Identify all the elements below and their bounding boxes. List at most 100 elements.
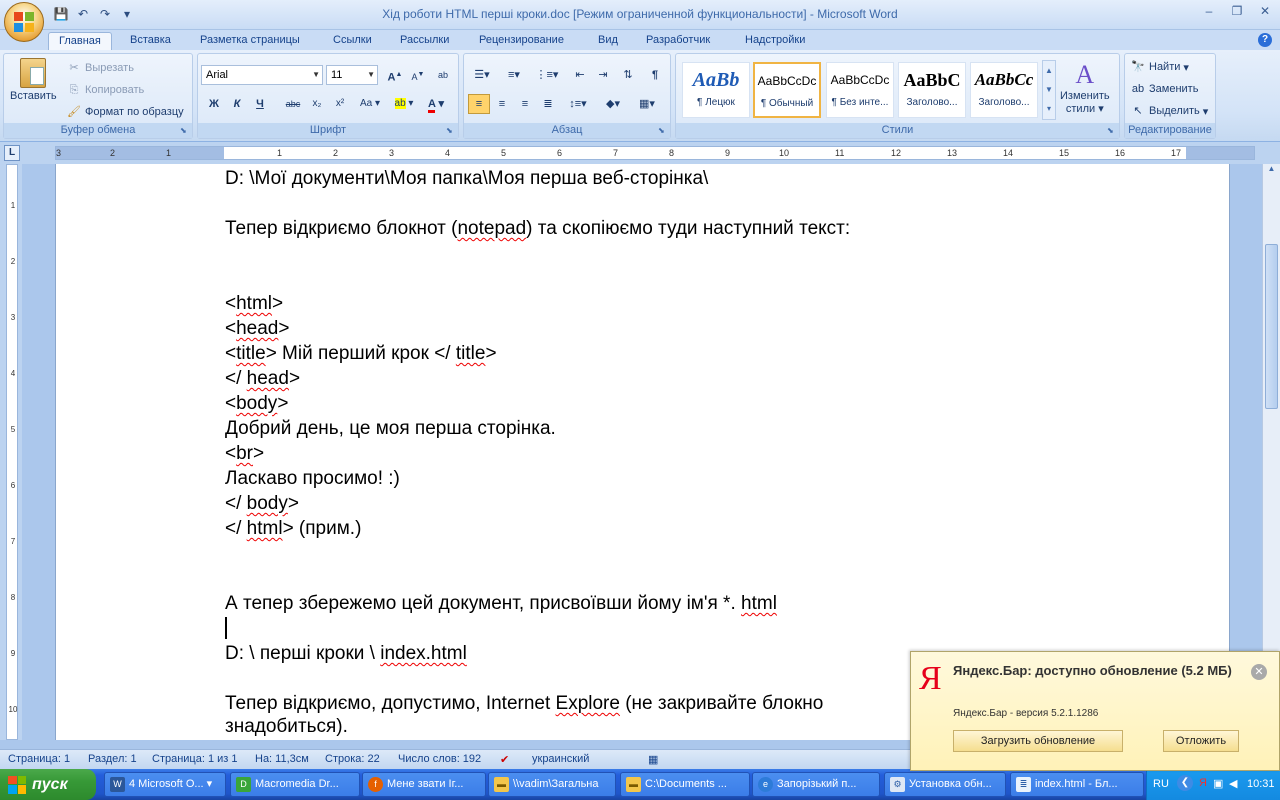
start-button[interactable]: пуск xyxy=(0,769,96,800)
style-item[interactable]: AaBbCc Заголово... xyxy=(970,62,1038,118)
style-item[interactable]: AaBbCcDc ¶ Без инте... xyxy=(826,62,894,118)
vertical-ruler-scale[interactable]: 1 2 3 4 5 6 7 8 9 10 xyxy=(6,164,18,740)
bold-button[interactable]: Ж xyxy=(203,94,225,114)
office-button[interactable] xyxy=(4,2,44,42)
bullets-button[interactable]: ☰▾ xyxy=(468,65,496,85)
clipboard-launcher-icon[interactable]: ⬊ xyxy=(180,126,190,136)
show-formatting-button[interactable]: ¶ xyxy=(644,65,666,85)
change-case-button[interactable]: Aa ▾ xyxy=(355,94,385,114)
taskbar-item[interactable]: f Мене звати Іг... xyxy=(362,772,486,797)
download-update-button[interactable]: Загрузить обновление xyxy=(953,730,1123,752)
taskbar-item[interactable]: ▬ \\vadim\Загальна xyxy=(488,772,616,797)
font-launcher-icon[interactable]: ⬊ xyxy=(446,126,456,136)
doc-line: знадобиться). xyxy=(225,716,348,737)
tab-references[interactable]: Ссылки xyxy=(333,32,372,50)
superscript-button[interactable]: x² xyxy=(329,94,351,114)
select-button[interactable]: ↖ Выделить ▾ xyxy=(1130,103,1208,119)
borders-button[interactable]: ▦▾ xyxy=(632,94,662,114)
ribbon-tabs: Главная Вставка Разметка страницы Ссылки… xyxy=(0,30,1280,50)
scroll-up-icon[interactable]: ▲ xyxy=(1265,164,1278,178)
style-item[interactable]: AaBbC Заголово... xyxy=(898,62,966,118)
clear-format-button[interactable]: ab xyxy=(432,65,454,85)
taskbar-item[interactable]: ≣ index.html - Бл... xyxy=(1010,772,1144,797)
font-color-button[interactable]: A ▾ xyxy=(422,94,450,114)
change-styles-label-2: стили ▾ xyxy=(1065,103,1104,115)
cut-button[interactable]: ✂ Вырезать xyxy=(66,60,134,76)
find-button[interactable]: 🔭 Найти ▾ xyxy=(1130,59,1189,75)
status-page[interactable]: Страница: 1 xyxy=(8,753,70,765)
status-language[interactable]: украинский xyxy=(532,753,589,765)
font-name-field[interactable]: Arial ▼ xyxy=(201,65,323,85)
tab-home[interactable]: Главная xyxy=(48,32,112,50)
subscript-button[interactable]: x₂ xyxy=(306,94,328,114)
align-right-button[interactable]: ≡ xyxy=(514,94,536,114)
line-spacing-button[interactable]: ↕≡▾ xyxy=(564,94,592,114)
paste-button[interactable]: Вставить xyxy=(10,58,57,102)
clock[interactable]: 10:31 xyxy=(1247,778,1275,790)
justify-button[interactable]: ≣ xyxy=(537,94,559,114)
align-left-button[interactable]: ≡ xyxy=(468,94,490,114)
style-sample: AaBbCcDc xyxy=(757,74,817,88)
copy-button[interactable]: ⎘ Копировать xyxy=(66,82,145,98)
status-section[interactable]: Раздел: 1 xyxy=(88,753,137,765)
spelling-check-icon[interactable]: ✔ xyxy=(500,753,509,766)
numbering-button[interactable]: ≡▾ xyxy=(500,65,528,85)
shading-button[interactable]: ◆▾ xyxy=(598,94,628,114)
status-position[interactable]: На: 11,3см xyxy=(255,753,309,765)
status-line[interactable]: Строка: 22 xyxy=(325,753,380,765)
font-size-field[interactable]: 11 ▼ xyxy=(326,65,378,85)
decrease-indent-button[interactable]: ⇤ xyxy=(569,65,591,85)
tab-addins[interactable]: Надстройки xyxy=(745,32,805,50)
tab-selector[interactable]: L xyxy=(4,145,20,161)
tab-insert[interactable]: Вставка xyxy=(130,32,171,50)
replace-button[interactable]: ab Заменить xyxy=(1130,81,1199,97)
tab-developer[interactable]: Разработчик xyxy=(646,32,710,50)
postpone-button[interactable]: Отложить xyxy=(1163,730,1239,752)
close-icon[interactable]: ✕ xyxy=(1251,664,1267,680)
macro-record-icon[interactable]: ▦ xyxy=(648,753,658,766)
tab-mailings[interactable]: Рассылки xyxy=(400,32,449,50)
underline-button[interactable]: Ч xyxy=(249,94,271,114)
taskbar-item[interactable]: e Запорізький п... xyxy=(752,772,880,797)
increase-indent-button[interactable]: ⇥ xyxy=(592,65,614,85)
sort-button[interactable]: ⇅ xyxy=(617,65,639,85)
styles-launcher-icon[interactable]: ⬊ xyxy=(1107,126,1117,136)
taskbar-item[interactable]: D Macromedia Dr... xyxy=(230,772,360,797)
maximize-button[interactable]: ❐ xyxy=(1228,4,1246,18)
network-icon[interactable]: ▣ xyxy=(1213,777,1223,790)
help-icon[interactable]: ? xyxy=(1258,33,1272,47)
replace-icon: ab xyxy=(1131,83,1145,95)
align-center-button[interactable]: ≡ xyxy=(491,94,513,114)
change-styles-button[interactable]: A Изменить стили ▾ xyxy=(1060,60,1110,116)
minimize-button[interactable]: ‒ xyxy=(1200,4,1218,18)
strikethrough-button[interactable]: abc xyxy=(282,94,304,114)
style-item[interactable]: AaBb ¶ Лецюк xyxy=(682,62,750,118)
highlight-button[interactable]: ab ▾ xyxy=(390,94,418,114)
paragraph-launcher-icon[interactable]: ⬊ xyxy=(658,126,668,136)
ruler-left-margin xyxy=(56,147,224,159)
tab-page-layout[interactable]: Разметка страницы xyxy=(200,32,300,50)
taskbar-item[interactable]: ⚙ Установка обн... xyxy=(884,772,1006,797)
horizontal-ruler[interactable]: 3 2 1 1 2 3 4 5 6 7 8 9 10 11 12 13 14 1… xyxy=(55,146,1255,160)
taskbar-item[interactable]: W4 Microsoft O... ▾ xyxy=(104,772,226,797)
style-item[interactable]: AaBbCcDc ¶ Обычный xyxy=(753,62,821,118)
tray-back-icon[interactable]: ❮ xyxy=(1177,775,1193,791)
bold-label: Ж xyxy=(209,98,219,110)
language-indicator[interactable]: RU xyxy=(1153,778,1169,790)
tab-view[interactable]: Вид xyxy=(598,32,618,50)
yandex-tray-icon[interactable]: Я xyxy=(1199,777,1207,789)
tab-review[interactable]: Рецензирование xyxy=(479,32,564,50)
scroll-thumb[interactable] xyxy=(1265,244,1278,409)
shrink-font-button[interactable]: A▼ xyxy=(407,65,429,85)
grow-font-button[interactable]: A▲ xyxy=(384,65,406,85)
format-painter-button[interactable]: 🖌 Формат по образцу xyxy=(66,104,184,120)
status-pages[interactable]: Страница: 1 из 1 xyxy=(152,753,238,765)
status-words[interactable]: Число слов: 192 xyxy=(398,753,481,765)
taskbar-item[interactable]: ▬ C:\Documents ... xyxy=(620,772,750,797)
styles-scroll[interactable]: ▲ ▼ ▾ xyxy=(1042,60,1056,120)
speaker-icon[interactable]: ◀ xyxy=(1229,777,1237,790)
italic-button[interactable]: К xyxy=(226,94,248,114)
close-button[interactable]: ✕ xyxy=(1256,4,1274,18)
multilevel-list-button[interactable]: ⋮≡▾ xyxy=(532,65,562,85)
ruler-number: 3 xyxy=(56,148,62,158)
